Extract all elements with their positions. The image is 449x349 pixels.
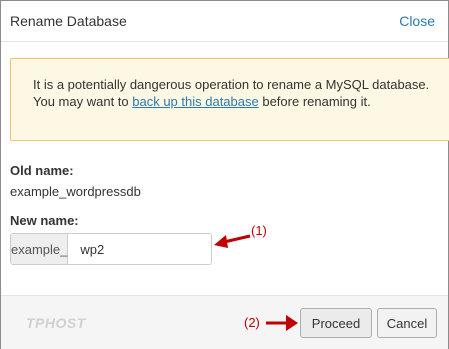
proceed-button[interactable]: Proceed xyxy=(300,308,372,338)
new-name-input-group: example_ xyxy=(10,233,212,265)
new-name-label: New name: xyxy=(10,213,79,228)
annotation-arrow-right-icon xyxy=(266,315,298,331)
annotation-step-2: (2) xyxy=(244,315,260,330)
warning-text-after: before renaming it. xyxy=(258,94,371,109)
backup-database-link[interactable]: back up this database xyxy=(132,94,258,109)
cancel-button[interactable]: Cancel xyxy=(377,308,437,338)
dialog-header: Rename Database Close xyxy=(1,1,448,42)
rename-database-dialog: Rename Database Close It is a potentiall… xyxy=(0,0,449,349)
brand-watermark: TPHOST xyxy=(26,315,86,331)
old-name-label: Old name: xyxy=(10,163,74,178)
dialog-footer: TPHOST Proceed Cancel xyxy=(1,295,448,349)
annotation-arrow-left-icon xyxy=(214,234,251,248)
warning-message: It is a potentially dangerous operation … xyxy=(10,58,449,141)
new-name-input[interactable] xyxy=(68,234,211,264)
close-link[interactable]: Close xyxy=(399,13,435,29)
old-name-value: example_wordpressdb xyxy=(10,184,141,199)
annotation-step-1: (1) xyxy=(251,223,267,238)
dialog-title: Rename Database xyxy=(10,13,127,29)
database-prefix-addon: example_ xyxy=(11,234,69,264)
